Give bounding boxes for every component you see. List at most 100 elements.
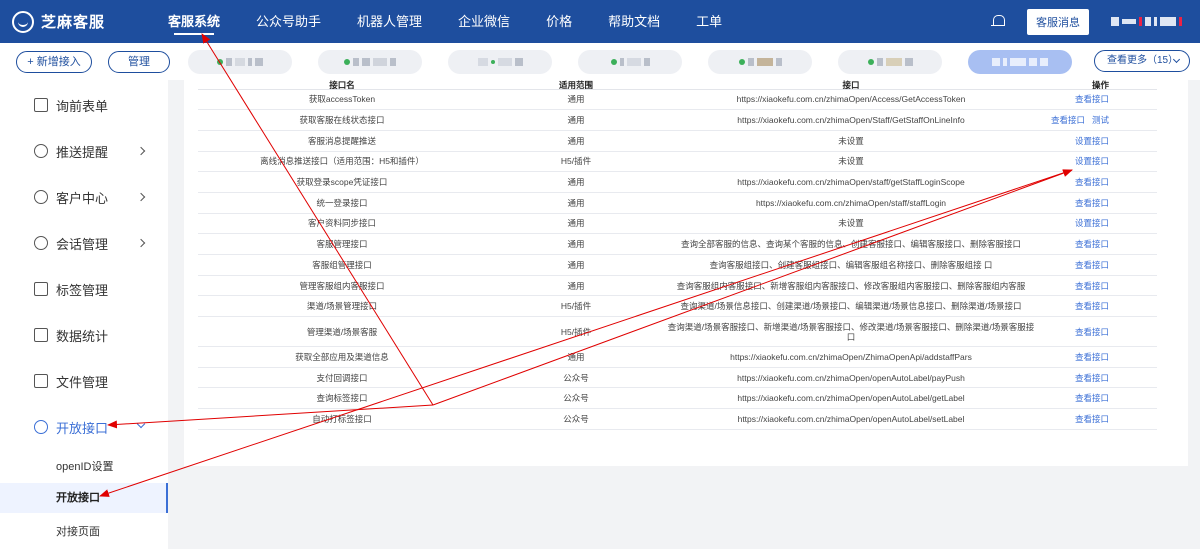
sidebar-item-0[interactable]: 询前表单: [0, 90, 168, 120]
sidebar-item-6[interactable]: 文件管理: [0, 366, 168, 396]
sidebar-item-label: 数据统计: [56, 328, 109, 344]
sidebar-subitem-2[interactable]: 对接页面: [0, 517, 168, 547]
folder-icon: [34, 374, 48, 388]
actions-cell: 查看接口: [1036, 89, 1157, 111]
api-name-cell: 统一登录接口: [198, 192, 486, 214]
scope-cell: 通用: [486, 109, 666, 131]
view-more-button[interactable]: 查看更多（15）: [1094, 50, 1190, 72]
table-row: 离线消息推送接口（适用范围：H5和插件） H5/插件 未设置 设置接口: [198, 151, 1157, 173]
channel-tab[interactable]: [318, 49, 422, 74]
view-more-label: 查看更多（15）: [1107, 55, 1179, 66]
endpoint-cell: 未设置: [666, 151, 1036, 173]
scope-cell: H5/插件: [486, 316, 666, 348]
brand-logo-icon: [12, 10, 34, 33]
view-interface-link[interactable]: 查看接口: [1051, 115, 1085, 125]
view-interface-link[interactable]: 查看接口: [1075, 373, 1109, 383]
add-channel-button[interactable]: + 新增接入: [16, 50, 92, 73]
scope-cell: 公众号: [486, 367, 666, 389]
manage-channel-button[interactable]: 管理: [108, 50, 170, 73]
sidebar-item-label: 会话管理: [56, 236, 109, 252]
endpoint-cell: 未设置: [666, 213, 1036, 235]
user-account-blurred[interactable]: [1111, 17, 1182, 26]
brand[interactable]: 芝麻客服: [0, 10, 150, 33]
form-icon: [34, 98, 48, 112]
set-interface-link[interactable]: 设置接口: [1075, 218, 1109, 228]
actions-cell: 设置接口: [1036, 130, 1157, 152]
customer-message-button[interactable]: 客服消息: [1027, 8, 1089, 35]
table-row: 获取客服在线状态接口 通用 https://xiaokefu.com.cn/zhim…: [198, 109, 1157, 131]
channel-tab[interactable]: [708, 49, 812, 74]
view-interface-link[interactable]: 查看接口: [1075, 281, 1109, 291]
nav-item-2[interactable]: 机器人管理: [339, 0, 440, 43]
actions-cell: 查看接口: [1036, 171, 1157, 193]
endpoint-cell: https://xiaokefu.com.cn/zhimaOpen/openAu…: [666, 387, 1036, 410]
table-row: 管理渠道/场景客服 H5/插件 查询渠道/场景客服接口、新增渠道/场景客服接口、修改…: [198, 316, 1157, 348]
table-row: 支付回调接口 公众号 https://xiaokefu.com.cn/zhimaOp…: [198, 367, 1157, 389]
sidebar-item-2[interactable]: 客户中心: [0, 182, 168, 212]
view-interface-link[interactable]: 查看接口: [1075, 327, 1109, 337]
nav-item-0[interactable]: 客服系统: [150, 0, 238, 43]
channel-tab[interactable]: [578, 49, 682, 74]
nav-item-4[interactable]: 价格: [528, 0, 590, 43]
view-interface-link[interactable]: 查看接口: [1075, 177, 1109, 187]
endpoint-cell: 查询渠道/场景信息接口、创建渠道/场景接口、编辑渠道/场景信息接口、删除渠道/场…: [666, 295, 1036, 318]
scope-cell: 通用: [486, 192, 666, 214]
scope-cell: 公众号: [486, 408, 666, 430]
sidebar-item-3[interactable]: 会话管理: [0, 228, 168, 258]
actions-cell: 查看接口: [1036, 367, 1157, 389]
actions-cell: 查看接口: [1036, 408, 1157, 430]
sidebar-item-5[interactable]: 数据统计: [0, 320, 168, 350]
api-name-cell: 离线消息推送接口（适用范围：H5和插件）: [198, 151, 486, 173]
view-interface-link[interactable]: 查看接口: [1075, 260, 1109, 270]
view-interface-link[interactable]: 查看接口: [1075, 414, 1109, 424]
sidebar-subitem-0[interactable]: openID设置: [0, 452, 168, 482]
chevron-right-icon: [136, 238, 146, 248]
scope-cell: 通用: [486, 130, 666, 152]
sidebar-subitem-1[interactable]: 开放接口: [0, 483, 168, 513]
view-interface-link[interactable]: 查看接口: [1075, 393, 1109, 403]
sidebar-item-4[interactable]: 标签管理: [0, 274, 168, 304]
actions-cell: 查看接口: [1036, 346, 1157, 368]
actions-cell: 查看接口: [1036, 233, 1157, 255]
view-interface-link[interactable]: 查看接口: [1075, 239, 1109, 249]
view-interface-link[interactable]: 查看接口: [1075, 301, 1109, 311]
tag-icon: [34, 282, 48, 296]
view-interface-link[interactable]: 查看接口: [1075, 198, 1109, 208]
endpoint-cell: 未设置: [666, 130, 1036, 152]
chevron-down-icon: [136, 419, 146, 429]
top-right-area: 客服消息: [991, 0, 1182, 43]
scope-cell: 通用: [486, 254, 666, 276]
bell-icon[interactable]: [991, 14, 1005, 30]
actions-cell: 查看接口 测试: [1036, 109, 1157, 131]
nav-item-3[interactable]: 企业微信: [440, 0, 528, 43]
nav-item-6[interactable]: 工单: [678, 0, 740, 43]
header-api-name: 接口名: [198, 80, 486, 90]
channel-tab[interactable]: [838, 49, 942, 74]
api-name-cell: 查询标签接口: [198, 387, 486, 410]
actions-cell: 查看接口: [1036, 316, 1157, 348]
main-content: 接口名 适用范围 接口 操作 获取accessToken 通用 https://xi…: [184, 80, 1188, 466]
endpoint-cell: https://xiaokefu.com.cn/zhimaOpen/ZhimaO…: [666, 346, 1036, 368]
test-link[interactable]: 测试: [1092, 115, 1109, 125]
nav-item-5[interactable]: 帮助文档: [590, 0, 678, 43]
endpoint-cell: 查询客服组内客服接口、新增客服组内客服接口、修改客服组内客服接口、删除客服组内客…: [666, 275, 1036, 297]
sidebar-item-1[interactable]: 推送提醒: [0, 136, 168, 166]
set-interface-link[interactable]: 设置接口: [1075, 156, 1109, 166]
view-interface-link[interactable]: 查看接口: [1075, 94, 1109, 104]
scope-cell: 通用: [486, 213, 666, 235]
api-name-cell: 获取登录scope凭证接口: [198, 171, 486, 193]
sidebar-item-label: 询前表单: [56, 98, 109, 114]
view-interface-link[interactable]: 查看接口: [1075, 352, 1109, 362]
channel-tab[interactable]: [188, 49, 292, 74]
nav-item-1[interactable]: 公众号助手: [238, 0, 339, 43]
scope-cell: 通用: [486, 233, 666, 255]
channel-tab[interactable]: [448, 49, 552, 74]
scope-cell: H5/插件: [486, 295, 666, 318]
actions-cell: 查看接口: [1036, 387, 1157, 410]
channel-tab-selected[interactable]: [968, 49, 1072, 74]
users-icon: [34, 190, 48, 204]
header-endpoint: 接口: [666, 80, 1036, 90]
set-interface-link[interactable]: 设置接口: [1075, 136, 1109, 146]
sidebar-item-7[interactable]: 开放接口: [0, 412, 168, 442]
table-row: 客服消息提醒推送 通用 未设置 设置接口: [198, 130, 1157, 152]
